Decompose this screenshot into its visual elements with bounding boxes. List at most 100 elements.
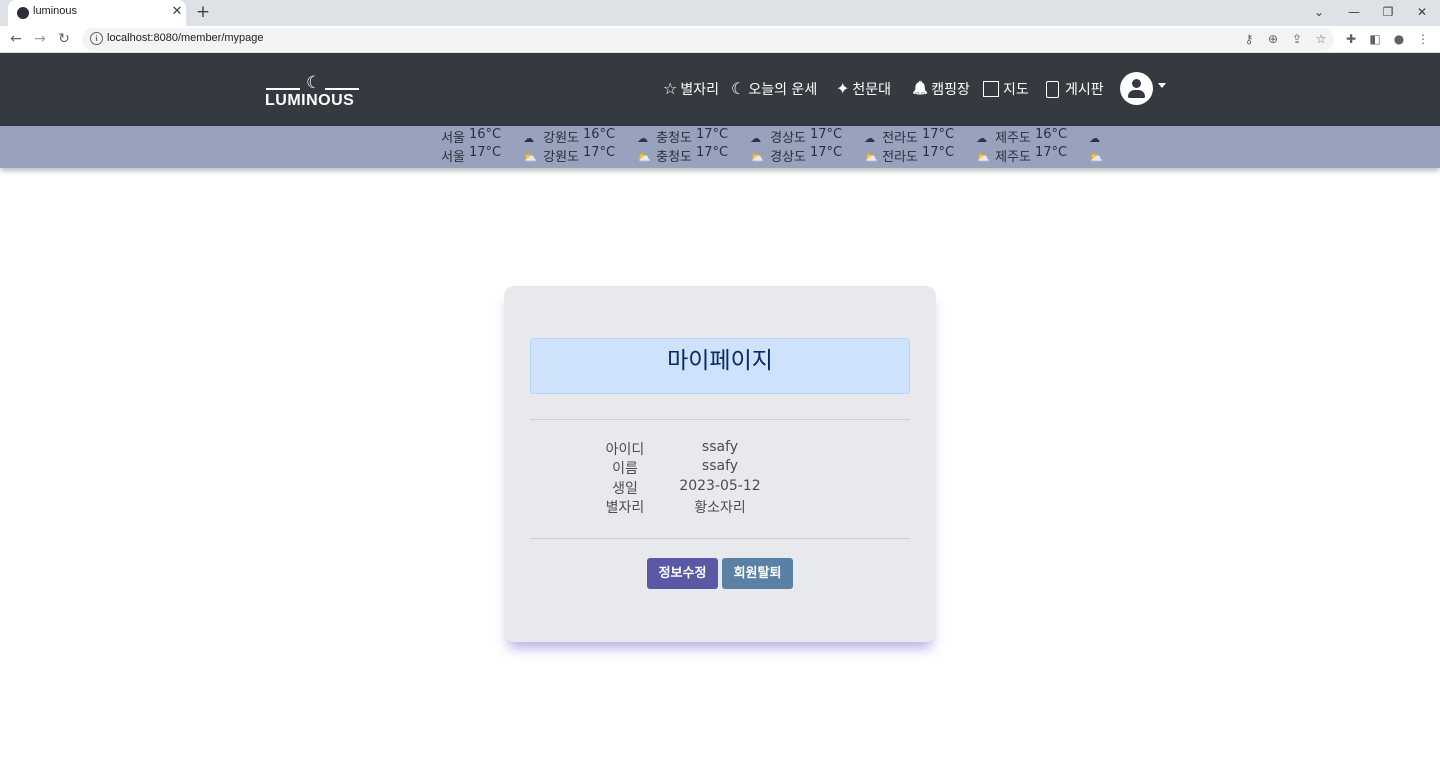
nav-label: 지도 — [1003, 82, 1029, 98]
tab-title: luminous — [33, 5, 78, 17]
nav-item-map[interactable]: 지도 — [983, 78, 1029, 100]
sun-cloud-icon: ⛅ — [523, 151, 537, 164]
tab-search-icon[interactable]: ⌄ — [1307, 2, 1331, 22]
forward-icon[interactable]: → — [30, 29, 50, 49]
profile-icon[interactable]: ● — [1390, 30, 1408, 48]
nav-item-observatory[interactable]: ✦ 천문대 — [836, 78, 891, 100]
nav-item-campsite[interactable]: 🔔 캠핑장 — [912, 78, 970, 100]
extensions-icon[interactable]: ✚ — [1342, 30, 1360, 48]
field-value: ssafy — [701, 439, 739, 455]
site-header: ☾ LUMINOUS ☆ 별자리 ☾ 오늘의 운세 ✦ 천문대 🔔 캠핑장 지도… — [0, 53, 1440, 126]
temp-high: 17°C — [810, 127, 843, 142]
region-name: 경상도 — [770, 131, 806, 146]
cloud-icon: ☁ — [750, 132, 762, 145]
edit-info-button[interactable]: 정보수정 — [647, 558, 718, 589]
temp-high: 17°C — [696, 127, 729, 142]
restore-button[interactable]: ❐ — [1376, 2, 1400, 22]
close-window-button[interactable]: ✕ — [1410, 2, 1434, 22]
region-name: 서울 — [441, 150, 465, 165]
weather-region: 서울 서울 16°C 17°C ☁ ⛅ — [437, 126, 537, 167]
avatar-head — [1132, 79, 1141, 88]
side-panel-icon[interactable]: ◧ — [1366, 30, 1384, 48]
sun-cloud-icon: ⛅ — [1089, 151, 1103, 164]
region-name: 강원도 — [543, 131, 579, 146]
nav-label: 천문대 — [852, 82, 892, 98]
weather-region: 경상도 경상도 17°C 17°C ☁ ⛅ — [764, 126, 878, 167]
field-label: 생일 — [612, 481, 638, 497]
map-icon — [983, 81, 999, 97]
minimize-button[interactable]: — — [1342, 2, 1366, 22]
favicon-icon — [17, 7, 29, 19]
sun-cloud-icon: ⛅ — [750, 151, 764, 164]
temp-low: 17°C — [1035, 145, 1068, 160]
site-info-icon[interactable]: i — [90, 32, 103, 45]
menu-dots-icon[interactable]: ⋮ — [1414, 30, 1432, 48]
moon-icon: ☾ — [731, 79, 746, 98]
mypage-card: 마이페이지 아이디 ssafy 이름 ssafy 생일 2023-05-12 별… — [504, 286, 936, 642]
browser-tab[interactable]: luminous ✕ — [8, 0, 186, 26]
logo-moon-icon: ☾ — [306, 73, 322, 93]
tab-close-icon[interactable]: ✕ — [169, 3, 185, 21]
logo-text: LUMINOUS — [265, 92, 355, 109]
region-name: 서울 — [441, 131, 465, 146]
clipboard-icon — [1046, 80, 1059, 98]
sun-cloud-icon: ⛅ — [976, 151, 990, 164]
new-tab-button[interactable]: + — [193, 2, 213, 22]
temp-low: 17°C — [922, 145, 955, 160]
divider — [530, 419, 910, 420]
nav-label: 오늘의 운세 — [748, 82, 818, 98]
cloud-icon: ☁ — [976, 132, 988, 145]
sparkle-icon: ✦ — [836, 79, 850, 98]
temp-high: 17°C — [922, 127, 955, 142]
temp-high: 16°C — [583, 127, 616, 142]
page-title: 마이페이지 — [667, 348, 773, 374]
divider — [530, 538, 910, 539]
temp-low: 17°C — [469, 145, 502, 160]
reload-icon[interactable]: ↻ — [54, 29, 74, 49]
field-label: 이름 — [612, 461, 638, 477]
dropdown-caret-icon[interactable] — [1158, 83, 1166, 88]
region-name: 충청도 — [656, 131, 692, 146]
region-name: 경상도 — [770, 150, 806, 165]
sun-cloud-icon: ⛅ — [637, 151, 651, 164]
cloud-icon: ☁ — [523, 132, 535, 145]
zoom-icon[interactable]: ⊕ — [1264, 30, 1282, 48]
logo-line-left — [266, 88, 300, 90]
avatar-body — [1128, 90, 1145, 98]
weather-region: 충청도 충청도 17°C 17°C ☁ ⛅ — [650, 126, 764, 167]
page-title-box: 마이페이지 — [530, 338, 910, 394]
user-avatar[interactable] — [1120, 72, 1153, 105]
field-value: ssafy — [701, 458, 739, 474]
cloud-icon: ☁ — [637, 132, 649, 145]
share-icon[interactable]: ⇪ — [1288, 30, 1306, 48]
nav-label: 캠핑장 — [931, 82, 970, 98]
temp-high: 16°C — [469, 127, 502, 142]
temp-low: 17°C — [696, 145, 729, 160]
logo[interactable]: ☾ LUMINOUS — [265, 71, 361, 111]
region-name: 제주도 — [995, 131, 1031, 146]
nav-label: 게시판 — [1065, 82, 1104, 98]
nav-label: 별자리 — [680, 82, 719, 98]
logo-line-right — [325, 88, 359, 90]
nav-item-constellation[interactable]: ☆ 별자리 — [663, 78, 719, 100]
back-icon[interactable]: ← — [6, 29, 26, 49]
weather-bar: 서울 서울 16°C 17°C ☁ ⛅ 강원도 강원도 16°C 17°C ☁ … — [0, 126, 1440, 168]
temp-high: 16°C — [1035, 127, 1068, 142]
temp-low: 17°C — [810, 145, 843, 160]
nav-item-fortune[interactable]: ☾ 오늘의 운세 — [731, 78, 817, 100]
region-name: 전라도 — [882, 150, 918, 165]
url-text[interactable]: localhost:8080/member/mypage — [107, 32, 264, 44]
address-bar[interactable]: i localhost:8080/member/mypage — [82, 28, 1334, 51]
nav-item-board[interactable]: 게시판 — [1046, 78, 1104, 100]
star-icon: ☆ — [663, 79, 678, 98]
key-icon[interactable]: ⚷ — [1240, 30, 1258, 48]
field-label: 아이디 — [605, 442, 645, 458]
field-value: 2023-05-12 — [679, 478, 761, 494]
withdraw-button[interactable]: 회원탈퇴 — [722, 558, 793, 589]
cloud-icon: ☁ — [1089, 132, 1101, 145]
weather-region: 제주도 제주도 16°C 17°C ☁ ⛅ — [989, 126, 1103, 167]
bookmark-star-icon[interactable]: ☆ — [1312, 30, 1330, 48]
temp-low: 17°C — [583, 145, 616, 160]
field-label: 별자리 — [605, 500, 645, 516]
weather-region: 강원도 강원도 16°C 17°C ☁ ⛅ — [537, 126, 651, 167]
